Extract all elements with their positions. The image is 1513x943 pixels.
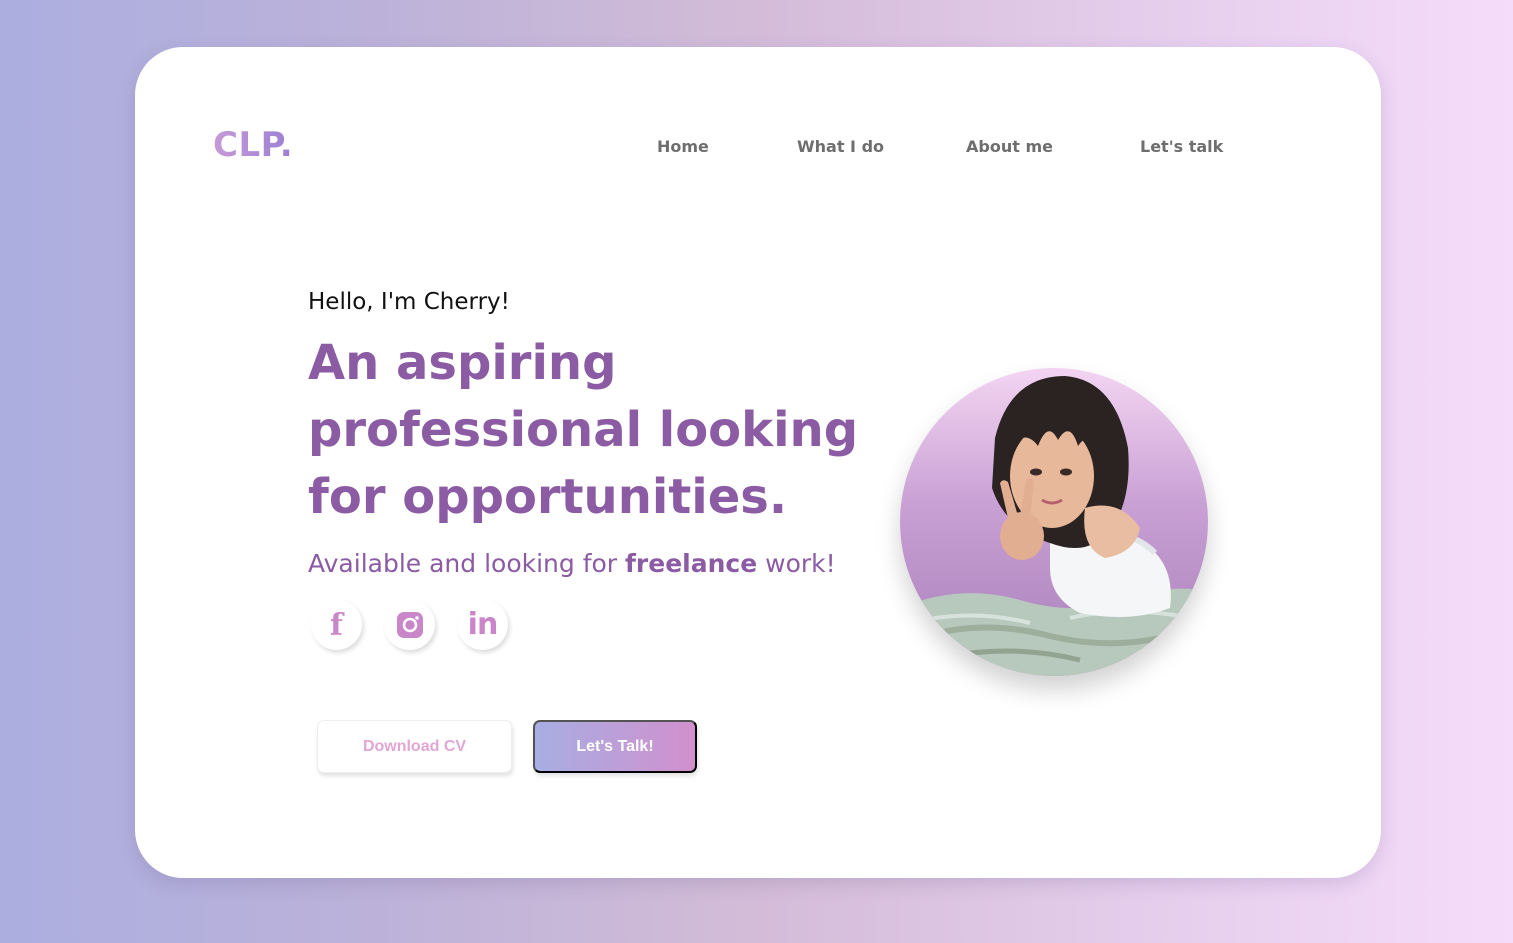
hero-headline: An aspiring professional looking for opp… (308, 335, 859, 525)
hero-card: CLP. Home What I do About me Let's talk … (135, 47, 1381, 878)
nav-what-i-do[interactable]: What I do (797, 137, 884, 156)
nav-home[interactable]: Home (657, 137, 709, 156)
instagram-link[interactable] (384, 599, 435, 650)
nav-lets-talk[interactable]: Let's talk (1140, 137, 1223, 156)
lets-talk-button[interactable]: Let's Talk! (533, 720, 697, 773)
download-cv-button[interactable]: Download CV (317, 720, 512, 773)
tagline-prefix: Available and looking for (308, 549, 626, 578)
linkedin-icon: in (467, 607, 499, 642)
tagline-emphasis: freelance (625, 549, 758, 578)
nav-about-me[interactable]: About me (966, 137, 1053, 156)
facebook-link[interactable]: f (311, 599, 362, 650)
main-nav: Home What I do About me Let's talk (135, 137, 1381, 161)
tagline-suffix: work! (757, 549, 836, 578)
instagram-icon (396, 611, 423, 638)
profile-photo (900, 368, 1208, 676)
facebook-icon: f (330, 608, 343, 643)
linkedin-link[interactable]: in (457, 599, 508, 650)
profile-photo-illustration (900, 376, 1208, 676)
hero-greeting: Hello, I'm Cherry! (308, 289, 510, 315)
hero-tagline: Available and looking for freelance work… (308, 549, 836, 578)
social-links: f in (308, 599, 548, 651)
